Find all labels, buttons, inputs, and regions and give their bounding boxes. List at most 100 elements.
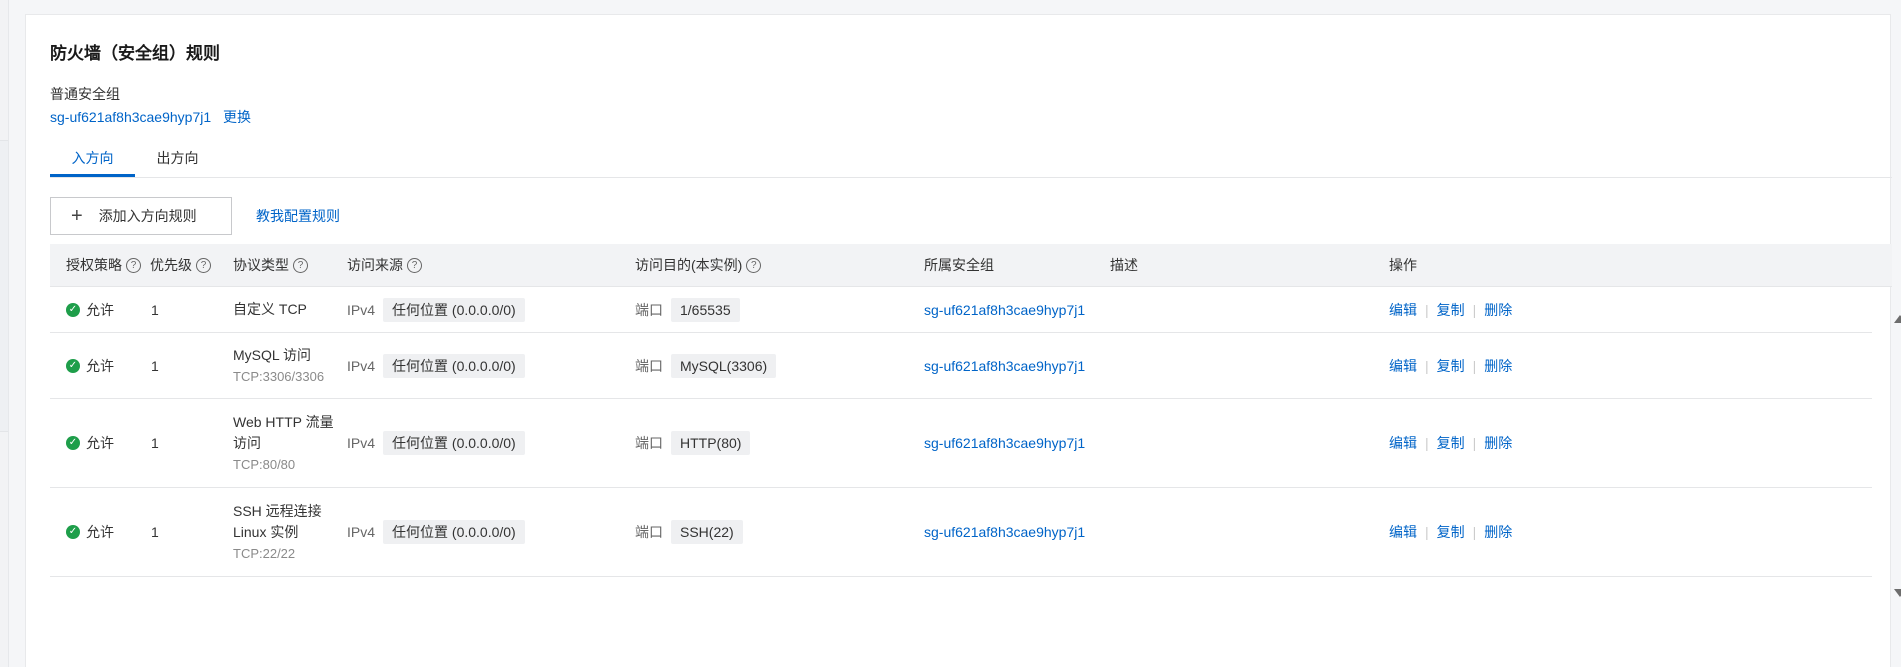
dest-tag: HTTP(80) bbox=[671, 431, 751, 455]
help-icon[interactable]: ? bbox=[407, 257, 422, 273]
ops-cell: 编辑 | 复制 | 删除 bbox=[1389, 488, 1512, 576]
dest-label: 端口 bbox=[635, 435, 663, 451]
protocol-name-line2: Linux 实例 bbox=[233, 523, 299, 540]
source-cell: IPv4 任何位置 (0.0.0.0/0) bbox=[347, 399, 525, 487]
table-row: ✓ 允许 1 Web HTTP 流量 访问 TCP:80/80 IPv4 任何位置 … bbox=[50, 399, 1872, 488]
policy-value: 允许 bbox=[86, 524, 114, 540]
dest-tag: MySQL(3306) bbox=[671, 353, 777, 378]
change-security-group-link[interactable]: 更换 bbox=[223, 109, 251, 125]
protocol-name: SSH 远程连接 bbox=[233, 502, 322, 519]
scroll-up-arrow[interactable] bbox=[1894, 315, 1901, 323]
check-circle-icon: ✓ bbox=[66, 302, 80, 317]
policy-cell: ✓ 允许 bbox=[66, 333, 114, 398]
security-group-id-link[interactable]: sg-uf621af8h3cae9hyp7j1 bbox=[50, 109, 211, 125]
source-tag: 任何位置 (0.0.0.0/0) bbox=[383, 353, 525, 378]
policy-cell: ✓ 允许 bbox=[66, 287, 114, 332]
source-tag: 任何位置 (0.0.0.0/0) bbox=[383, 520, 525, 544]
help-icon[interactable]: ? bbox=[196, 257, 211, 273]
sg-link[interactable]: sg-uf621af8h3cae9hyp7j1 bbox=[924, 287, 1085, 332]
policy-cell: ✓ 允许 bbox=[66, 399, 114, 487]
copy-button[interactable]: 复制 bbox=[1437, 300, 1465, 320]
header-sg: 所属安全组 bbox=[924, 257, 994, 273]
priority-cell: 1 bbox=[151, 357, 159, 374]
dest-label: 端口 bbox=[635, 524, 663, 540]
check-circle-icon: ✓ bbox=[66, 358, 80, 373]
ops-cell: 编辑 | 复制 | 删除 bbox=[1389, 287, 1512, 332]
sg-link[interactable]: sg-uf621af8h3cae9hyp7j1 bbox=[924, 488, 1085, 576]
header-protocol: 协议类型? bbox=[233, 244, 308, 286]
check-circle-icon: ✓ bbox=[66, 525, 80, 539]
protocol-name: MySQL 访问 bbox=[233, 346, 312, 363]
table-header: 授权策略? 优先级? 协议类型? 访问来源? 访问目的(本实例)? 所属安全组 … bbox=[50, 244, 1892, 287]
teach-config-link[interactable]: 教我配置规则 bbox=[256, 206, 340, 226]
copy-button[interactable]: 复制 bbox=[1437, 433, 1465, 453]
protocol-port: TCP:80/80 bbox=[233, 456, 296, 472]
header-dest-label: 访问目的(本实例) bbox=[635, 257, 743, 273]
dest-tag: SSH(22) bbox=[671, 520, 743, 544]
sg-link[interactable]: sg-uf621af8h3cae9hyp7j1 bbox=[924, 399, 1085, 487]
source-tag: 任何位置 (0.0.0.0/0) bbox=[383, 431, 525, 455]
header-source: 访问来源? bbox=[347, 244, 422, 286]
delete-button[interactable]: 删除 bbox=[1484, 433, 1512, 453]
protocol-port: TCP:22/22 bbox=[233, 545, 296, 561]
left-sidebar-edge bbox=[0, 0, 9, 667]
table-row: ✓ 允许 1 自定义 TCP IPv4 任何位置 (0.0.0.0/0) 端口 1/6… bbox=[50, 287, 1872, 333]
header-ops: 操作 bbox=[1389, 257, 1417, 273]
ops-separator: | bbox=[1425, 357, 1429, 374]
rules-table: 授权策略? 优先级? 协议类型? 访问来源? 访问目的(本实例)? 所属安全组 … bbox=[50, 244, 1892, 577]
edit-button[interactable]: 编辑 bbox=[1389, 356, 1417, 376]
edit-button[interactable]: 编辑 bbox=[1389, 433, 1417, 453]
page-title: 防火墙（安全组）规则 bbox=[50, 44, 220, 63]
dest-cell: 端口 HTTP(80) bbox=[635, 399, 751, 487]
policy-value: 允许 bbox=[86, 435, 114, 451]
header-dest: 访问目的(本实例)? bbox=[635, 244, 762, 286]
policy-value: 允许 bbox=[86, 301, 114, 318]
policy-value: 允许 bbox=[86, 357, 114, 374]
ops-separator: | bbox=[1472, 357, 1477, 374]
ops-cell: 编辑 | 复制 | 删除 bbox=[1389, 333, 1512, 398]
ops-separator: | bbox=[1472, 435, 1477, 451]
header-source-label: 访问来源 bbox=[347, 257, 403, 273]
dest-cell: 端口 SSH(22) bbox=[635, 488, 743, 576]
source-cell: IPv4 任何位置 (0.0.0.0/0) bbox=[347, 488, 525, 576]
copy-button[interactable]: 复制 bbox=[1437, 356, 1465, 376]
left-sidebar-segment bbox=[0, 140, 8, 432]
ops-separator: | bbox=[1472, 301, 1477, 318]
protocol-cell: SSH 远程连接 Linux 实例 TCP:22/22 bbox=[233, 488, 322, 576]
protocol-cell: Web HTTP 流量 访问 TCP:80/80 bbox=[233, 399, 334, 487]
table-row: ✓ 允许 1 SSH 远程连接 Linux 实例 TCP:22/22 IPv4 任何… bbox=[50, 488, 1872, 577]
source-tag: 任何位置 (0.0.0.0/0) bbox=[383, 297, 525, 322]
edit-button[interactable]: 编辑 bbox=[1389, 300, 1417, 320]
dest-cell: 端口 1/65535 bbox=[635, 287, 740, 332]
scroll-down-arrow[interactable] bbox=[1894, 589, 1901, 597]
protocol-name: 自定义 TCP bbox=[233, 301, 307, 317]
add-inbound-rule-label: 添加入方向规则 bbox=[98, 208, 197, 224]
tab-outbound[interactable]: 出方向 bbox=[135, 143, 220, 177]
dest-tag: 1/65535 bbox=[671, 297, 740, 322]
header-desc: 描述 bbox=[1110, 257, 1138, 273]
protocol-port: TCP:3306/3306 bbox=[233, 368, 325, 384]
delete-button[interactable]: 删除 bbox=[1484, 522, 1512, 542]
priority-cell: 1 bbox=[151, 301, 159, 318]
source-cell: IPv4 任何位置 (0.0.0.0/0) bbox=[347, 333, 525, 398]
table-row: ✓ 允许 1 MySQL 访问 TCP:3306/3306 IPv4 任何位置 (0… bbox=[50, 333, 1872, 399]
tab-inbound[interactable]: 入方向 bbox=[50, 143, 135, 177]
source-cell: IPv4 任何位置 (0.0.0.0/0) bbox=[347, 287, 525, 332]
sg-link[interactable]: sg-uf621af8h3cae9hyp7j1 bbox=[924, 333, 1085, 398]
delete-button[interactable]: 删除 bbox=[1484, 356, 1512, 376]
policy-cell: ✓ 允许 bbox=[66, 488, 114, 576]
ip-version: IPv4 bbox=[347, 524, 376, 540]
help-icon[interactable]: ? bbox=[126, 257, 141, 273]
check-circle-icon: ✓ bbox=[66, 436, 80, 450]
dest-label: 端口 bbox=[635, 357, 663, 374]
help-icon[interactable]: ? bbox=[746, 257, 762, 273]
edit-button[interactable]: 编辑 bbox=[1389, 522, 1417, 542]
plus-icon: + bbox=[71, 205, 83, 227]
delete-button[interactable]: 删除 bbox=[1484, 300, 1512, 320]
help-icon[interactable]: ? bbox=[293, 257, 308, 273]
copy-button[interactable]: 复制 bbox=[1437, 522, 1465, 542]
security-group-type: 普通安全组 bbox=[50, 86, 120, 102]
security-group-line: sg-uf621af8h3cae9hyp7j1 更换 bbox=[50, 107, 251, 127]
security-group-card: 防火墙（安全组）规则 普通安全组 sg-uf621af8h3cae9hyp7j1… bbox=[25, 14, 1901, 667]
add-inbound-rule-button[interactable]: + 添加入方向规则 bbox=[50, 197, 232, 235]
